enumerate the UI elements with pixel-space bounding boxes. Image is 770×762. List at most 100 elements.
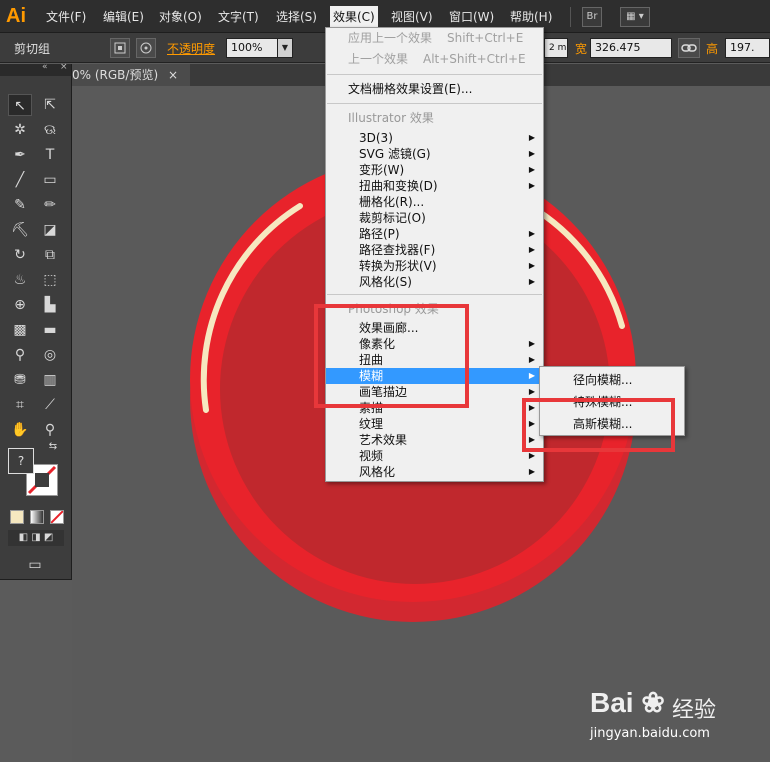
baidu-logo: Bai ❀ [590,686,665,719]
menu-texture[interactable]: 纹理 ▶ [326,416,543,432]
rectangle-tool[interactable]: ▭ [38,169,62,191]
knife-icon: ⟋ [45,397,55,413]
magic-wand-tool[interactable]: ✲ [8,119,32,141]
menu-select[interactable]: 选择(S) [276,8,317,26]
menu-object[interactable]: 对象(O) [159,8,202,26]
artboard-tool[interactable]: ⌗ [8,394,32,416]
edit-clip-path-button[interactable] [110,38,130,58]
mesh-tool[interactable]: ▩ [8,319,32,341]
screen-mode-button[interactable]: ▭ [22,554,48,574]
menu-view[interactable]: 视图(V) [391,8,433,26]
fill-swatch[interactable]: ? [8,448,34,474]
menubar-divider [570,7,571,27]
menu-path[interactable]: 路径(P) ▶ [326,226,543,242]
blend-tool[interactable]: ◎ [38,344,62,366]
menu-artistic[interactable]: 艺术效果 ▶ [326,432,543,448]
color-mode-button[interactable] [10,510,24,524]
slice-tool[interactable]: ⟋ [38,394,62,416]
opacity-field[interactable]: 100% [226,38,278,58]
free-transform-icon: ⬚ [43,272,57,288]
menu-effect[interactable]: 效果(C) [330,6,378,28]
menu-svg-filters[interactable]: SVG 滤镜(G) ▶ [326,146,543,162]
menu-video[interactable]: 视频 ▶ [326,448,543,464]
bar-chart-icon: ▥ [43,372,57,388]
menu-convert-to-shape[interactable]: 转换为形状(V) ▶ [326,258,543,274]
gradient-mode-button[interactable] [30,510,44,524]
paw-icon: ❀ [633,687,665,718]
x-position-field[interactable]: 2 m [544,38,568,58]
menu-divider [327,103,542,104]
menu-last-effect[interactable]: 上一个效果 Alt+Shift+Ctrl+E [326,51,543,67]
tools-panel: « × ↖ ⇱ ✲ ଊ ✒ T ╱ ▭ ✎ ✏ ⛏ ◪ ↻ ⧉ ♨ ⬚ ⊕ ▙ … [0,62,72,580]
warp-icon: ♨ [13,272,27,288]
menu-file[interactable]: 文件(F) [46,8,86,26]
pen-icon: ✒ [14,147,26,163]
selection-tool[interactable]: ↖ [8,94,32,116]
hand-tool[interactable]: ✋ [8,419,32,441]
gradient-tool[interactable]: ▬ [38,319,62,341]
scale-tool[interactable]: ⧉ [38,244,62,266]
line-tool[interactable]: ╱ [8,169,32,191]
warp-tool[interactable]: ♨ [8,269,32,291]
symbol-sprayer-tool[interactable]: ⛃ [8,369,32,391]
selection-type-label: 剪切组 [14,42,51,56]
pen-tool[interactable]: ✒ [8,144,32,166]
menu-raster-effects-settings[interactable]: 文档栅格效果设置(E)... [326,81,543,97]
width-field[interactable]: 326.475 [590,38,672,58]
submenu-arrow-icon: ▶ [528,181,535,190]
zoom-tool[interactable]: ⚲ [38,419,62,441]
menu-type[interactable]: 文字(T) [218,8,259,26]
brush-icon: ✎ [14,197,26,213]
paintbrush-tool[interactable]: ✎ [8,194,32,216]
effect-menu-dropdown: 应用上一个效果 Shift+Ctrl+E 上一个效果 Alt+Shift+Ctr… [325,27,544,482]
swap-fill-stroke-button[interactable]: ⇆ [46,440,60,454]
shape-builder-tool[interactable]: ⊕ [8,294,32,316]
free-transform-tool[interactable]: ⬚ [38,269,62,291]
opacity-dropdown[interactable]: ▼ [277,38,293,58]
menu-item-label: 3D(3) [359,131,393,145]
height-label: 高 [706,42,719,56]
menu-distort-transform[interactable]: 扭曲和变换(D) ▶ [326,178,543,194]
arrange-documents-button[interactable]: ▦ ▾ [620,7,650,27]
menu-stylize-illustrator[interactable]: 风格化(S) ▶ [326,274,543,290]
menu-3d[interactable]: 3D(3) ▶ [326,130,543,146]
menu-warp[interactable]: 变形(W) ▶ [326,162,543,178]
menu-radial-blur[interactable]: 径向模糊... [540,369,684,391]
menu-window[interactable]: 窗口(W) [449,8,494,26]
shortcut-label: Shift+Ctrl+E [447,31,524,45]
collapse-icon[interactable]: « [42,62,48,72]
blob-brush-icon: ⛏ [11,222,29,238]
close-icon[interactable]: × [168,64,178,86]
screen-mode-icon: ▭ [28,557,42,573]
eyedropper-icon: ⚲ [14,347,26,363]
menu-edit[interactable]: 编辑(E) [103,8,144,26]
none-mode-button[interactable] [50,510,64,524]
menu-help[interactable]: 帮助(H) [510,8,552,26]
link-icon [681,44,697,52]
eyedropper-tool[interactable]: ⚲ [8,344,32,366]
eraser-tool[interactable]: ◪ [38,219,62,241]
direct-selection-tool[interactable]: ⇱ [38,94,62,116]
menu-item-label: 上一个效果 [348,52,409,66]
edit-contents-button[interactable] [136,38,156,58]
menu-apply-last-effect[interactable]: 应用上一个效果 Shift+Ctrl+E [326,30,543,46]
blob-brush-tool[interactable]: ⛏ [8,219,32,241]
bridge-button[interactable]: Br [582,7,602,27]
column-graph-tool[interactable]: ▥ [38,369,62,391]
menu-stylize-photoshop[interactable]: 风格化 ▶ [326,464,543,480]
close-icon[interactable]: × [60,62,68,72]
perspective-grid-tool[interactable]: ▙ [38,294,62,316]
menu-pathfinder[interactable]: 路径查找器(F) ▶ [326,242,543,258]
pencil-tool[interactable]: ✏ [38,194,62,216]
submenu-arrow-icon: ▶ [528,371,535,380]
height-field[interactable]: 197. [725,38,770,58]
type-tool[interactable]: T [38,144,62,166]
menu-rasterize[interactable]: 栅格化(R)... [326,194,543,210]
lasso-tool[interactable]: ଊ [38,119,62,141]
opacity-label[interactable]: 不透明度 [167,40,215,57]
drawing-modes[interactable]: ◧ ◨ ◩ [8,530,64,546]
menu-item-label: 路径查找器(F) [359,243,436,257]
menu-crop-marks[interactable]: 裁剪标记(O) [326,210,543,226]
rotate-tool[interactable]: ↻ [8,244,32,266]
constrain-proportions-button[interactable] [678,38,700,58]
